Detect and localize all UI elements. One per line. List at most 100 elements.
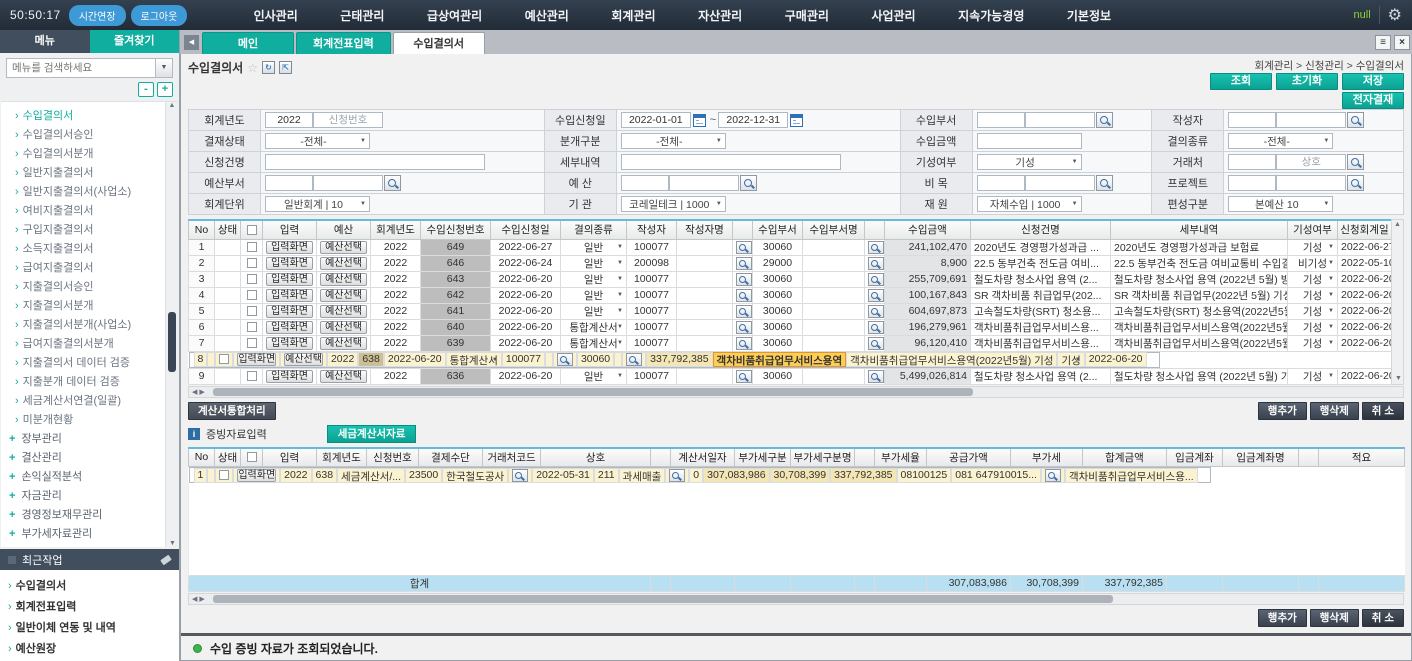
sidebar-scrollbar[interactable]: ▲▼	[165, 102, 178, 547]
budget-select-button[interactable]: 예산선택	[320, 273, 367, 286]
tax-invoice-data-button[interactable]: 세금계산서자료	[327, 425, 417, 443]
row-checkbox[interactable]	[247, 371, 257, 381]
sidebar-item[interactable]: ›세금계산서연결(일괄)	[15, 392, 178, 411]
calendar-icon[interactable]	[790, 114, 803, 127]
resolution-kind-dropdown[interactable]: 일반▼	[561, 239, 627, 255]
search-icon[interactable]	[512, 469, 528, 482]
gisung-dropdown[interactable]: 비기성▼	[1288, 255, 1338, 271]
input-screen-button[interactable]: 입력화면	[266, 370, 313, 383]
budget-select-button[interactable]: 예산선택	[320, 370, 367, 383]
sidebar-item[interactable]: ›급여지출결의서분개	[15, 335, 178, 354]
add-row-button[interactable]: 행추가	[1258, 402, 1307, 420]
table-row[interactable]: 9입력화면예산선택20226362022-06-20일반▼10007730060…	[189, 368, 1392, 384]
sidebar-item[interactable]: +결산관리	[9, 449, 178, 468]
sidebar-item[interactable]: ›미분개현황	[15, 411, 178, 430]
sidebar-item[interactable]: ›지출결의서승인	[15, 278, 178, 297]
topbar-menu-item[interactable]: 근태관리	[340, 7, 384, 24]
popup-icon[interactable]: ⇱	[279, 61, 292, 74]
input-screen-button[interactable]: 입력화면	[266, 273, 313, 286]
gisung-dropdown[interactable]: 기성▼	[1288, 271, 1338, 287]
text-input[interactable]	[977, 133, 1082, 149]
gisung-dropdown[interactable]: 기성▼	[1288, 335, 1338, 351]
search-icon[interactable]	[1347, 175, 1364, 191]
input-screen-button[interactable]: 입력화면	[266, 337, 313, 350]
search-button[interactable]: 조회	[1210, 73, 1272, 90]
topbar-menu-item[interactable]: 구매관리	[785, 7, 829, 24]
input-screen-button[interactable]: 입력화면	[266, 321, 313, 334]
gisung-dropdown[interactable]: 기성▼	[1288, 303, 1338, 319]
table-row[interactable]: 1입력화면2022638세금계산서/...23500한국철도공사2022-05-…	[189, 467, 1211, 483]
select-dropdown[interactable]: 자체수입 | 1000▼	[977, 196, 1082, 212]
topbar-menu-item[interactable]: 기본정보	[1067, 7, 1111, 24]
resolution-kind-dropdown[interactable]: 통합계산서▼	[446, 352, 502, 367]
input-screen-button[interactable]: 입력화면	[266, 289, 313, 302]
budget-select-button[interactable]: 예산선택	[320, 241, 367, 254]
table-row[interactable]: 8입력화면예산선택20226382022-06-20통합계산서▼10007730…	[189, 352, 1160, 368]
input-screen-button[interactable]: 입력화면	[237, 353, 276, 366]
search-icon[interactable]	[868, 305, 884, 318]
table-row[interactable]: 1입력화면예산선택20226492022-06-27일반▼10007730060…	[189, 239, 1392, 255]
refresh-icon[interactable]: ↻	[262, 61, 275, 74]
text-input[interactable]	[621, 175, 669, 191]
input-screen-button[interactable]: 입력화면	[237, 469, 276, 482]
budget-select-button[interactable]: 예산선택	[320, 257, 367, 270]
detail-add-row-button[interactable]: 행추가	[1258, 609, 1307, 627]
calendar-icon[interactable]	[693, 114, 706, 127]
gisung-dropdown[interactable]: 기성▼	[1288, 319, 1338, 335]
text-input[interactable]	[1276, 112, 1346, 128]
sidebar-item[interactable]: +자금관리	[9, 487, 178, 506]
income-table-hscroll[interactable]: ◀▶	[188, 386, 1404, 398]
document-tab[interactable]: 수입결의서	[393, 32, 485, 54]
gisung-dropdown[interactable]: 기성▼	[1288, 287, 1338, 303]
search-icon[interactable]	[736, 257, 752, 270]
budget-select-button[interactable]: 예산선택	[320, 305, 367, 318]
topbar-menu-item[interactable]: 인사관리	[254, 7, 298, 24]
invoice-merge-button[interactable]: 계산서통합처리	[188, 402, 276, 420]
row-checkbox[interactable]	[219, 470, 229, 480]
text-input[interactable]	[265, 154, 485, 170]
search-icon[interactable]	[1347, 154, 1364, 170]
select-dropdown[interactable]: 본예산 10▼	[1228, 196, 1333, 212]
detail-cancel-button[interactable]: 취 소	[1362, 609, 1404, 627]
search-icon[interactable]	[1045, 469, 1061, 482]
text-input[interactable]	[1228, 175, 1276, 191]
text-input[interactable]	[1276, 175, 1346, 191]
search-icon[interactable]	[736, 241, 752, 254]
resolution-kind-dropdown[interactable]: 통합계산서▼	[561, 319, 627, 335]
select-dropdown[interactable]: -전체-▼	[1228, 133, 1333, 149]
search-icon[interactable]	[736, 273, 752, 286]
recent-work-item[interactable]: ›수입결의서	[8, 576, 179, 597]
search-icon[interactable]	[1347, 112, 1364, 128]
sidebar-item[interactable]: ›수입결의서승인	[15, 126, 178, 145]
text-input[interactable]: 2022-01-01	[621, 112, 691, 128]
search-icon[interactable]	[736, 305, 752, 318]
sidebar-item[interactable]: ›지출결의서분개	[15, 297, 178, 316]
tab-close-icon[interactable]: ×	[1394, 35, 1410, 50]
select-dropdown[interactable]: 기성▼	[977, 154, 1082, 170]
row-checkbox[interactable]	[247, 306, 257, 316]
row-checkbox[interactable]	[247, 258, 257, 268]
budget-select-button[interactable]: 예산선택	[320, 337, 367, 350]
select-dropdown[interactable]: -전체-▼	[265, 133, 370, 149]
search-icon[interactable]	[736, 289, 752, 302]
sidebar-item[interactable]: ›수입결의서	[15, 107, 178, 126]
detail-table-hscroll[interactable]: ◀▶	[188, 593, 1404, 605]
table-row[interactable]: 7입력화면예산선택20226392022-06-20통합계산서▼10007730…	[189, 335, 1392, 351]
search-icon[interactable]	[868, 337, 884, 350]
text-input[interactable]	[1228, 154, 1276, 170]
budget-select-button[interactable]: 예산선택	[320, 321, 367, 334]
text-input-placeholder[interactable]: 신청번호	[313, 112, 383, 128]
search-icon[interactable]	[868, 273, 884, 286]
input-screen-button[interactable]: 입력화면	[266, 241, 313, 254]
table-row[interactable]: 3입력화면예산선택20226432022-06-20일반▼10007730060…	[189, 271, 1392, 287]
cancel-button[interactable]: 취 소	[1362, 402, 1404, 420]
income-table-vscroll[interactable]: ▲▼	[1391, 219, 1404, 385]
topbar-menu-item[interactable]: 사업관리	[871, 7, 915, 24]
reset-button[interactable]: 초기화	[1276, 73, 1338, 90]
search-icon[interactable]	[1096, 175, 1113, 191]
row-checkbox[interactable]	[247, 338, 257, 348]
tab-scroll-left-icon[interactable]: ◀	[184, 35, 199, 50]
search-icon[interactable]	[669, 469, 685, 482]
input-screen-button[interactable]: 입력화면	[266, 305, 313, 318]
logout-button[interactable]: 로그아웃	[131, 5, 188, 26]
